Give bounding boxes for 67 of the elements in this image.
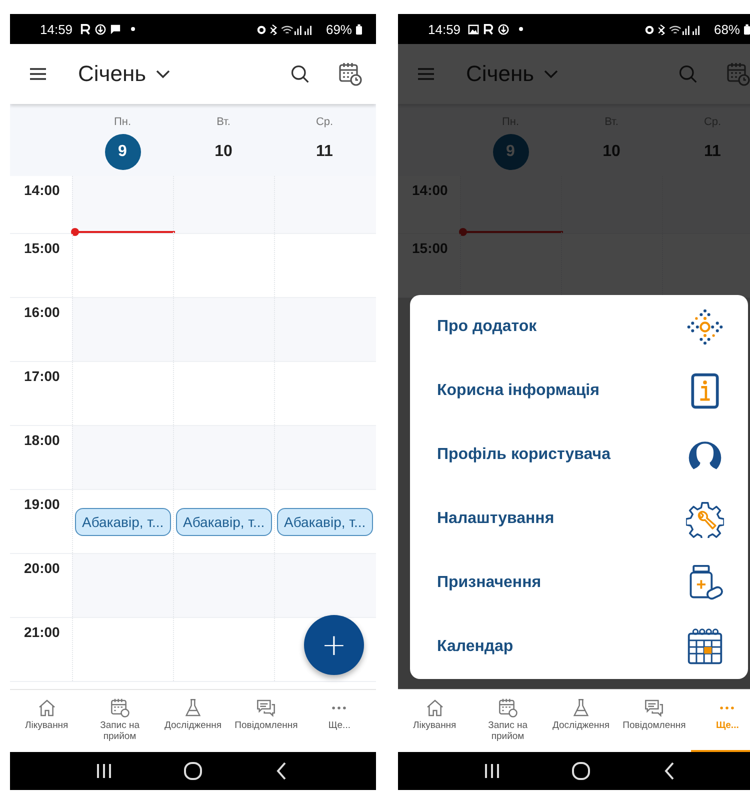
home-button-icon[interactable]	[570, 761, 591, 781]
month-title[interactable]: Січень	[78, 61, 146, 87]
menu-item[interactable]: Про додаток	[437, 318, 537, 336]
day-number[interactable]: 10	[206, 134, 242, 170]
nav-tab[interactable]: Запис на прийом	[83, 690, 156, 752]
download-icon	[498, 24, 509, 34]
hour-label: 20:00	[24, 560, 60, 576]
hour-label: 18:00	[24, 432, 60, 448]
image-icon	[468, 24, 479, 34]
flask-icon	[571, 698, 591, 718]
nav-tab[interactable]: Дослідження	[544, 690, 618, 752]
nav-tab[interactable]: Лікування	[10, 690, 84, 752]
message-icon	[110, 24, 121, 34]
status-time: 14:59	[40, 22, 73, 36]
menu-item[interactable]: Календар	[437, 638, 514, 656]
nav-tab[interactable]: Повідомлення	[618, 690, 691, 752]
weekday-label: Ср.	[316, 116, 334, 128]
menu-item[interactable]: Профіль користувача	[437, 446, 610, 464]
parking-icon	[482, 24, 494, 34]
hour-label: 16:00	[24, 304, 60, 320]
chevron-down-icon[interactable]	[156, 69, 170, 79]
menu-item[interactable]: Корисна інформація	[437, 382, 600, 400]
dot-icon	[518, 27, 523, 31]
home-icon	[36, 698, 57, 718]
flask-icon	[183, 698, 203, 718]
hour-label: 15:00	[24, 240, 60, 256]
nav-tab[interactable]: Ще...	[302, 690, 376, 752]
hour-label: 17:00	[24, 368, 60, 384]
hour-label: 15:00	[412, 240, 448, 256]
more-dots-icon	[332, 706, 346, 710]
parking-icon	[80, 24, 91, 34]
download-icon	[94, 24, 106, 34]
more-dots-icon	[720, 706, 734, 710]
calendar-clock-icon	[498, 698, 518, 718]
day-number[interactable]: 11	[306, 134, 342, 170]
home-icon	[424, 698, 445, 718]
nav-tab[interactable]: Повідомлення	[230, 690, 303, 752]
hour-label: 19:00	[24, 496, 60, 512]
event-chip[interactable]: Абакавір, т...	[277, 508, 373, 536]
menu-item[interactable]: Налаштування	[437, 510, 554, 528]
calendar-icon	[686, 628, 724, 666]
menu-item[interactable]: Призначення	[437, 574, 542, 592]
calendar-clock-icon[interactable]	[338, 62, 362, 86]
hour-label: 14:00	[412, 182, 448, 198]
dotted-logo-icon	[686, 308, 724, 346]
hour-label: 21:00	[24, 624, 60, 640]
dot-icon	[130, 27, 135, 31]
weekday-label: Пн.	[114, 116, 132, 128]
chat-icon	[256, 698, 276, 718]
nav-tab[interactable]: Запис на прийом	[471, 690, 544, 752]
chat-icon	[644, 698, 664, 718]
battery-level: 69%	[326, 22, 352, 36]
status-time: 14:59	[428, 22, 461, 36]
event-chip[interactable]: Абакавір, т...	[176, 508, 272, 536]
battery-icon	[356, 24, 362, 34]
calendar-clock-icon	[110, 698, 130, 718]
gear-wrench-icon	[686, 500, 724, 538]
search-icon[interactable]	[290, 64, 310, 84]
hour-label: 14:00	[24, 182, 60, 198]
home-button-icon[interactable]	[182, 761, 203, 781]
event-chip[interactable]: Абакавір, т...	[75, 508, 171, 536]
battery-level: 68%	[714, 22, 740, 36]
weekday-label: Вт.	[216, 116, 230, 128]
nav-tab[interactable]: Лікування	[398, 690, 472, 752]
day-number[interactable]: 9	[104, 134, 140, 170]
battery-icon	[744, 24, 750, 34]
nav-tab[interactable]: Дослідження	[156, 690, 230, 752]
